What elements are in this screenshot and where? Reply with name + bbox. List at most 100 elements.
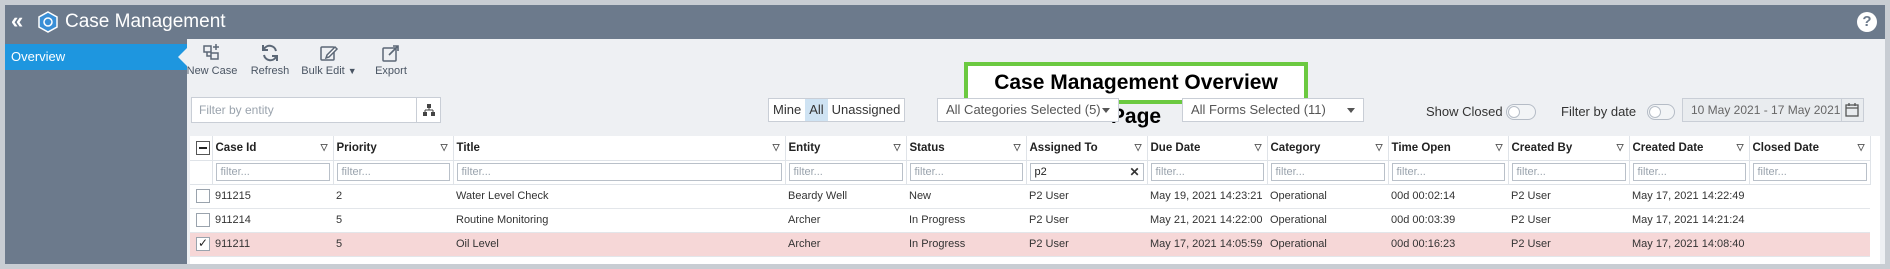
col-title[interactable]: Title ▽ <box>453 136 786 161</box>
sidebar-item-label: Overview <box>11 49 66 64</box>
scope-mine[interactable]: Mine <box>769 99 805 121</box>
col-created-by[interactable]: Created By ▽ <box>1508 136 1630 161</box>
export-button[interactable]: Export <box>368 43 414 77</box>
date-range-input[interactable]: 10 May 2021 - 17 May 2021 <box>1682 98 1842 122</box>
sort-icon[interactable]: ▽ <box>773 142 780 153</box>
forms-dropdown[interactable]: All Forms Selected (11) <box>1182 98 1364 122</box>
col-status[interactable]: Status ▽ <box>906 136 1027 161</box>
row-checkbox-checked[interactable] <box>196 236 210 251</box>
cell: Routine Monitoring <box>453 208 785 233</box>
col-due-date[interactable]: Due Date ▽ <box>1147 136 1268 161</box>
col-priority[interactable]: Priority ▽ <box>333 136 454 161</box>
cell: May 21, 2021 14:22:00 <box>1147 208 1267 233</box>
cell: 911214 <box>212 208 333 233</box>
table-row[interactable]: 911215 2 Water Level Check Beardy Well N… <box>190 184 1870 209</box>
filter-created-by[interactable]: filter... <box>1511 163 1626 181</box>
col-category[interactable]: Category ▽ <box>1267 136 1389 161</box>
cell: In Progress <box>906 208 1026 233</box>
select-all-cell[interactable] <box>190 136 213 161</box>
header-row: Case Id ▽ Priority ▽ Title ▽ Entity ▽ Status… <box>190 136 1871 161</box>
sort-icon[interactable]: ▽ <box>1255 142 1262 153</box>
cell: In Progress <box>906 232 1026 257</box>
select-all-checkbox[interactable] <box>196 140 210 155</box>
cell: Oil Level <box>453 232 785 257</box>
clear-filter-icon[interactable]: ✕ <box>1129 164 1139 180</box>
col-label: Priority <box>336 141 377 154</box>
sort-icon[interactable]: ▽ <box>321 142 328 153</box>
sort-icon[interactable]: ▽ <box>441 142 448 153</box>
filter-entity[interactable]: filter... <box>788 163 903 181</box>
table-row[interactable]: 911214 5 Routine Monitoring Archer In Pr… <box>190 208 1870 233</box>
cell: May 17, 2021 14:21:24 <box>1629 208 1749 233</box>
filter-case-id[interactable]: filter... <box>215 163 330 181</box>
sort-icon[interactable]: ▽ <box>894 142 901 153</box>
table-row-selected[interactable]: 911211 5 Oil Level Archer In Progress P2… <box>190 232 1870 257</box>
bulk-edit-label: Bulk Edit <box>301 65 345 77</box>
filter-assigned-to[interactable]: p2 ✕ <box>1029 163 1144 181</box>
filter-due-date[interactable]: filter... <box>1150 163 1264 181</box>
sort-icon[interactable]: ▽ <box>1135 142 1142 153</box>
cell: New <box>906 184 1026 209</box>
new-case-label: New Case <box>186 65 238 77</box>
cell: P2 User <box>1508 208 1629 233</box>
filter-status[interactable]: filter... <box>909 163 1023 181</box>
sort-icon[interactable]: ▽ <box>1376 142 1383 153</box>
cell <box>1749 232 1870 257</box>
col-assigned-to[interactable]: Assigned To ▽ <box>1026 136 1148 161</box>
cell: Beardy Well <box>785 184 906 209</box>
filter-time-open[interactable]: filter... <box>1391 163 1505 181</box>
filter-by-date-toggle[interactable] <box>1647 104 1675 120</box>
new-case-button[interactable]: New Case <box>182 43 242 77</box>
sort-icon[interactable]: ▽ <box>1737 142 1744 153</box>
sort-icon[interactable]: ▽ <box>1617 142 1624 153</box>
cell: May 17, 2021 14:05:59 <box>1147 232 1267 257</box>
cell: May 17, 2021 14:22:49 <box>1629 184 1749 209</box>
sort-icon[interactable]: ▽ <box>1014 142 1021 153</box>
col-closed-date[interactable]: Closed Date ▽ <box>1749 136 1871 161</box>
col-label: Assigned To <box>1029 141 1098 154</box>
cell: 00d 00:16:23 <box>1388 232 1508 257</box>
cell: Operational <box>1267 232 1388 257</box>
categories-dropdown[interactable]: All Categories Selected (5) <box>937 98 1119 122</box>
cases-grid: Case Id ▽ Priority ▽ Title ▽ Entity ▽ Status… <box>190 136 1880 264</box>
sidebar-item-overview[interactable]: Overview <box>5 44 187 70</box>
bulk-edit-button[interactable]: Bulk Edit ▼ <box>299 43 359 77</box>
cell: P2 User <box>1026 184 1147 209</box>
filter-title[interactable]: filter... <box>456 163 782 181</box>
filter-created-date[interactable]: filter... <box>1632 163 1746 181</box>
export-icon <box>382 45 399 62</box>
filter-cell-empty <box>190 160 213 185</box>
cell: P2 User <box>1026 208 1147 233</box>
entity-tree-button[interactable] <box>417 97 441 123</box>
sidebar: Overview <box>5 39 187 264</box>
col-case-id[interactable]: Case Id ▽ <box>212 136 334 161</box>
col-created-date[interactable]: Created Date ▽ <box>1629 136 1750 161</box>
col-label: Category <box>1270 141 1321 154</box>
edit-icon <box>320 45 339 61</box>
refresh-label: Refresh <box>250 65 290 77</box>
filter-bar: Filter by entity Mine All Unassigned All C… <box>187 92 1885 128</box>
app-title: Case Management <box>65 11 226 32</box>
scope-unassigned[interactable]: Unassigned <box>828 99 905 121</box>
cell: 00d 00:02:14 <box>1388 184 1508 209</box>
col-time-open[interactable]: Time Open ▽ <box>1388 136 1509 161</box>
sort-icon[interactable]: ▽ <box>1496 142 1503 153</box>
cell: P2 User <box>1026 232 1147 257</box>
cell: May 17, 2021 14:08:40 <box>1629 232 1749 257</box>
show-closed-toggle[interactable] <box>1506 104 1536 120</box>
sort-icon[interactable]: ▽ <box>1858 142 1865 153</box>
entity-filter-input[interactable]: Filter by entity <box>191 97 417 123</box>
refresh-button[interactable]: Refresh <box>246 43 294 77</box>
toggle-knob <box>1508 106 1520 118</box>
filter-category[interactable]: filter... <box>1270 163 1385 181</box>
row-checkbox[interactable] <box>196 213 210 227</box>
filter-closed-date[interactable]: filter... <box>1752 163 1867 181</box>
calendar-button[interactable] <box>1842 98 1864 122</box>
row-checkbox[interactable] <box>196 189 210 203</box>
cell: P2 User <box>1508 232 1629 257</box>
col-entity[interactable]: Entity ▽ <box>785 136 907 161</box>
collapse-sidebar-icon[interactable]: « <box>11 10 33 34</box>
scope-all[interactable]: All <box>805 99 828 121</box>
help-icon[interactable]: ? <box>1857 12 1877 32</box>
filter-priority[interactable]: filter... <box>336 163 450 181</box>
